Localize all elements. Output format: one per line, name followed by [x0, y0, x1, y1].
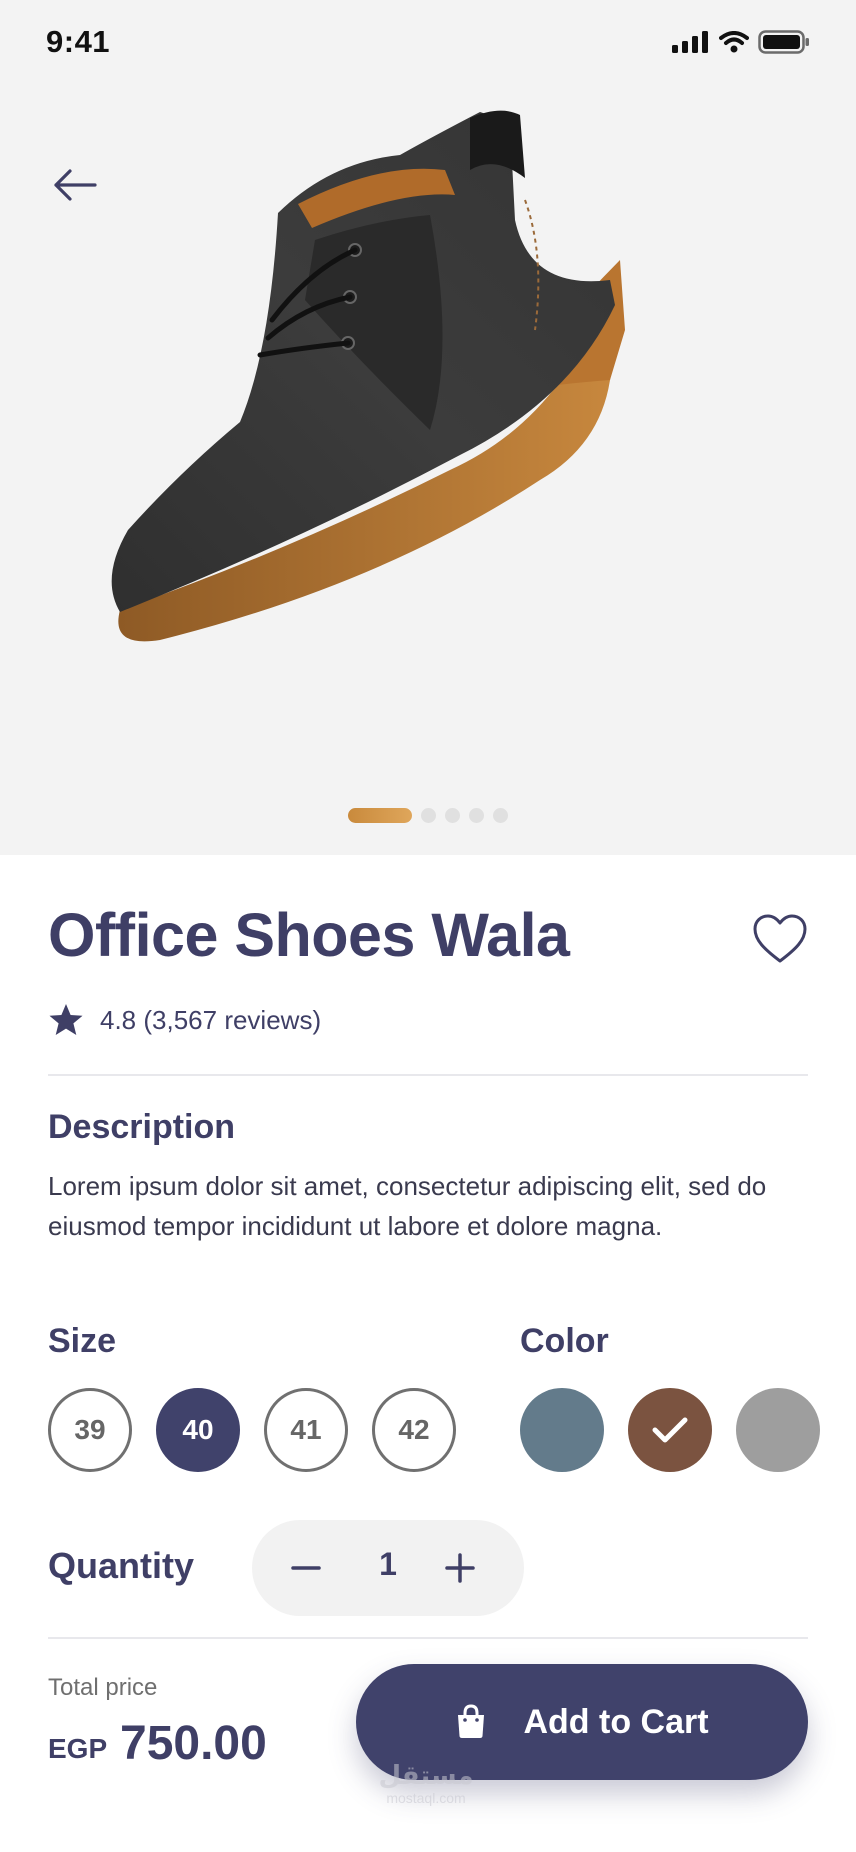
back-button[interactable]: [48, 160, 102, 210]
favorite-button[interactable]: [752, 914, 808, 966]
star-icon: [49, 1004, 83, 1035]
quantity-value: 1: [379, 1546, 397, 1582]
status-icons: [672, 30, 810, 54]
divider: [48, 1074, 808, 1076]
status-bar: 9:41: [0, 0, 856, 90]
battery-icon: [758, 30, 809, 54]
status-time: 9:41: [46, 24, 111, 59]
carousel-dot[interactable]: [493, 808, 508, 823]
quantity-label: Quantity: [48, 1545, 195, 1586]
checkmark-icon: [652, 1417, 688, 1443]
minus-icon: [291, 1566, 321, 1570]
color-swatch-gray[interactable]: [736, 1388, 820, 1472]
color-swatch-brown[interactable]: [628, 1388, 712, 1472]
watermark-arabic: مستقل: [378, 1761, 474, 1791]
color-swatch-slate-blue[interactable]: [520, 1388, 604, 1472]
product-image: [111, 110, 625, 642]
description-text: Lorem ipsum dolor sit amet, consectetur …: [48, 1171, 767, 1241]
carousel-dot[interactable]: [469, 808, 484, 823]
watermark: مستقل mostaql.com: [376, 1762, 476, 1806]
size-option-40[interactable]: 40: [156, 1388, 240, 1472]
increase-quantity-button[interactable]: [432, 1540, 488, 1596]
watermark-latin: mostaql.com: [386, 1790, 466, 1806]
price-currency: EGP: [48, 1733, 108, 1764]
color-heading: Color: [520, 1322, 609, 1360]
size-option-42[interactable]: 42: [372, 1388, 456, 1472]
shopping-bag-icon: [458, 1704, 485, 1738]
add-to-cart-label: Add to Cart: [523, 1702, 709, 1741]
decrease-quantity-button[interactable]: [278, 1540, 334, 1596]
size-heading: Size: [48, 1322, 117, 1360]
heart-icon: [753, 914, 807, 963]
signal-icon: [672, 31, 708, 53]
carousel-dot[interactable]: [348, 808, 412, 823]
divider: [48, 1637, 808, 1639]
total-price-label: Total price: [48, 1674, 158, 1701]
arrow-left-icon: [54, 169, 97, 201]
product-title: Office Shoes Wala: [48, 901, 570, 969]
size-option-41[interactable]: 41: [264, 1388, 348, 1472]
quantity-stepper: 1: [252, 1520, 524, 1616]
carousel-dot[interactable]: [445, 808, 460, 823]
price-amount: 750.00: [120, 1717, 267, 1770]
plus-icon: [445, 1553, 475, 1583]
product-rating: 4.8 (3,567 reviews): [48, 1003, 321, 1037]
image-carousel-indicator[interactable]: [348, 808, 508, 823]
rating-text: 4.8 (3,567 reviews): [100, 1004, 322, 1035]
carousel-dot[interactable]: [421, 808, 436, 823]
description-heading: Description: [48, 1108, 236, 1146]
wifi-icon: [719, 31, 749, 53]
size-option-39[interactable]: 39: [48, 1388, 132, 1472]
